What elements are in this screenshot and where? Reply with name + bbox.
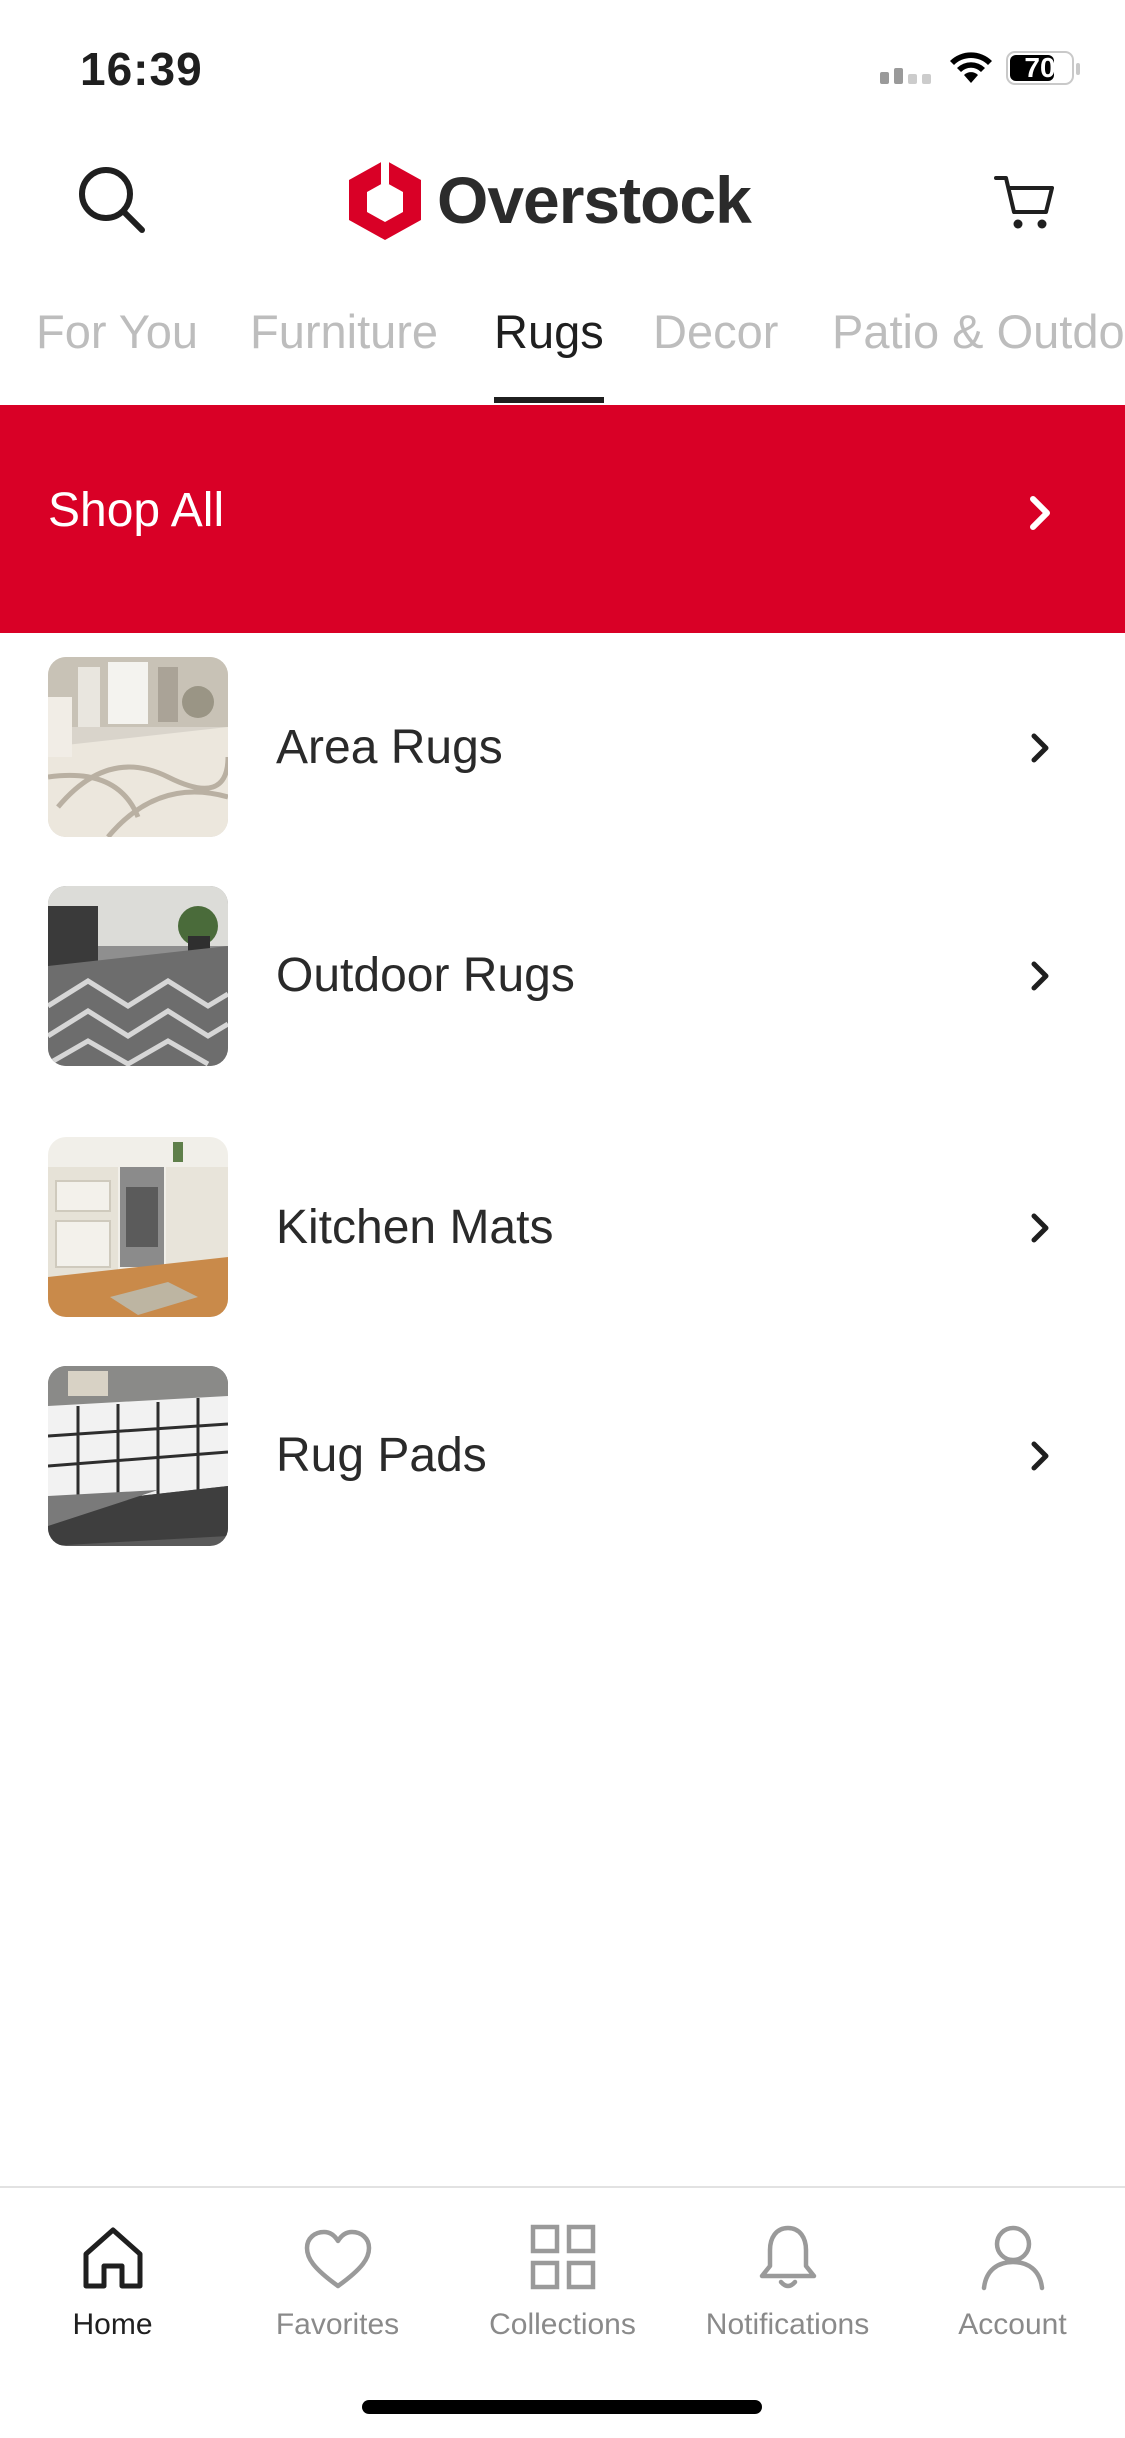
tab-notifications[interactable]: Notifications <box>675 2206 900 2342</box>
chevron-right-icon <box>1031 1441 1049 1471</box>
cart-icon <box>994 176 1054 229</box>
tab-furniture[interactable]: Furniture <box>250 304 438 359</box>
tab-for-you[interactable]: For You <box>36 304 198 359</box>
status-bar: 16:39 70 <box>0 0 1125 130</box>
home-icon <box>83 2227 142 2289</box>
tab-rugs[interactable]: Rugs <box>494 304 604 359</box>
list-item-kitchen-mats[interactable]: Kitchen Mats <box>0 1130 1125 1330</box>
tab-decor[interactable]: Decor <box>653 304 778 359</box>
category-label: Rug Pads <box>276 1429 487 1482</box>
shop-all-label: Shop All <box>48 484 225 537</box>
brand-name: Overstock <box>437 163 752 237</box>
category-label: Kitchen Mats <box>276 1201 554 1254</box>
chevron-right-icon <box>1030 496 1050 530</box>
shop-all-banner[interactable]: Shop All <box>0 405 1125 633</box>
tab-label: Account <box>958 2308 1067 2341</box>
category-tabs: For You Furniture Rugs Decor Patio & Out… <box>0 290 1125 405</box>
tab-account[interactable]: Account <box>900 2206 1125 2342</box>
brand-logo[interactable]: Overstock <box>345 154 752 246</box>
list-item-area-rugs[interactable]: Area Rugs <box>0 650 1125 850</box>
heart-icon <box>304 2229 371 2289</box>
list-item-outdoor-rugs[interactable]: Outdoor Rugs <box>0 878 1125 1078</box>
chevron-right-icon <box>1031 733 1049 763</box>
outdoor-rugs-thumbnail <box>48 886 228 1066</box>
area-rugs-thumbnail <box>48 657 228 837</box>
list-item-rug-pads[interactable]: Rug Pads <box>0 1358 1125 1558</box>
person-icon <box>981 2225 1044 2291</box>
tab-label: Home <box>72 2308 153 2341</box>
status-time: 16:39 <box>80 43 203 95</box>
category-label: Area Rugs <box>276 721 503 774</box>
chevron-right-icon <box>1031 961 1049 991</box>
cart-button[interactable] <box>990 168 1060 238</box>
bell-icon <box>759 2225 816 2289</box>
tab-home[interactable]: Home <box>0 2206 225 2342</box>
search-button[interactable] <box>72 160 152 240</box>
home-indicator[interactable] <box>362 2400 762 2414</box>
active-tab-indicator <box>494 397 604 403</box>
app-header: Overstock <box>0 130 1125 270</box>
search-icon <box>79 167 145 233</box>
tab-patio-outdoor[interactable]: Patio & Outdoor <box>832 304 1125 359</box>
category-label: Outdoor Rugs <box>276 949 575 1002</box>
chevron-right-icon <box>1031 1213 1049 1243</box>
wifi-icon <box>950 52 992 83</box>
grid-icon <box>530 2224 595 2290</box>
tab-collections[interactable]: Collections <box>450 2206 675 2342</box>
battery-level: 70 <box>1024 52 1056 83</box>
tab-label: Collections <box>489 2308 636 2341</box>
tab-favorites[interactable]: Favorites <box>225 2206 450 2342</box>
tab-label: Favorites <box>275 2308 400 2341</box>
tab-label: Notifications <box>705 2308 870 2341</box>
battery-icon: 70 <box>1006 51 1080 85</box>
overstock-logo-icon <box>349 158 421 240</box>
cellular-signal-icon <box>880 66 936 84</box>
rug-pads-thumbnail <box>48 1366 228 1546</box>
kitchen-mats-thumbnail <box>48 1137 228 1317</box>
